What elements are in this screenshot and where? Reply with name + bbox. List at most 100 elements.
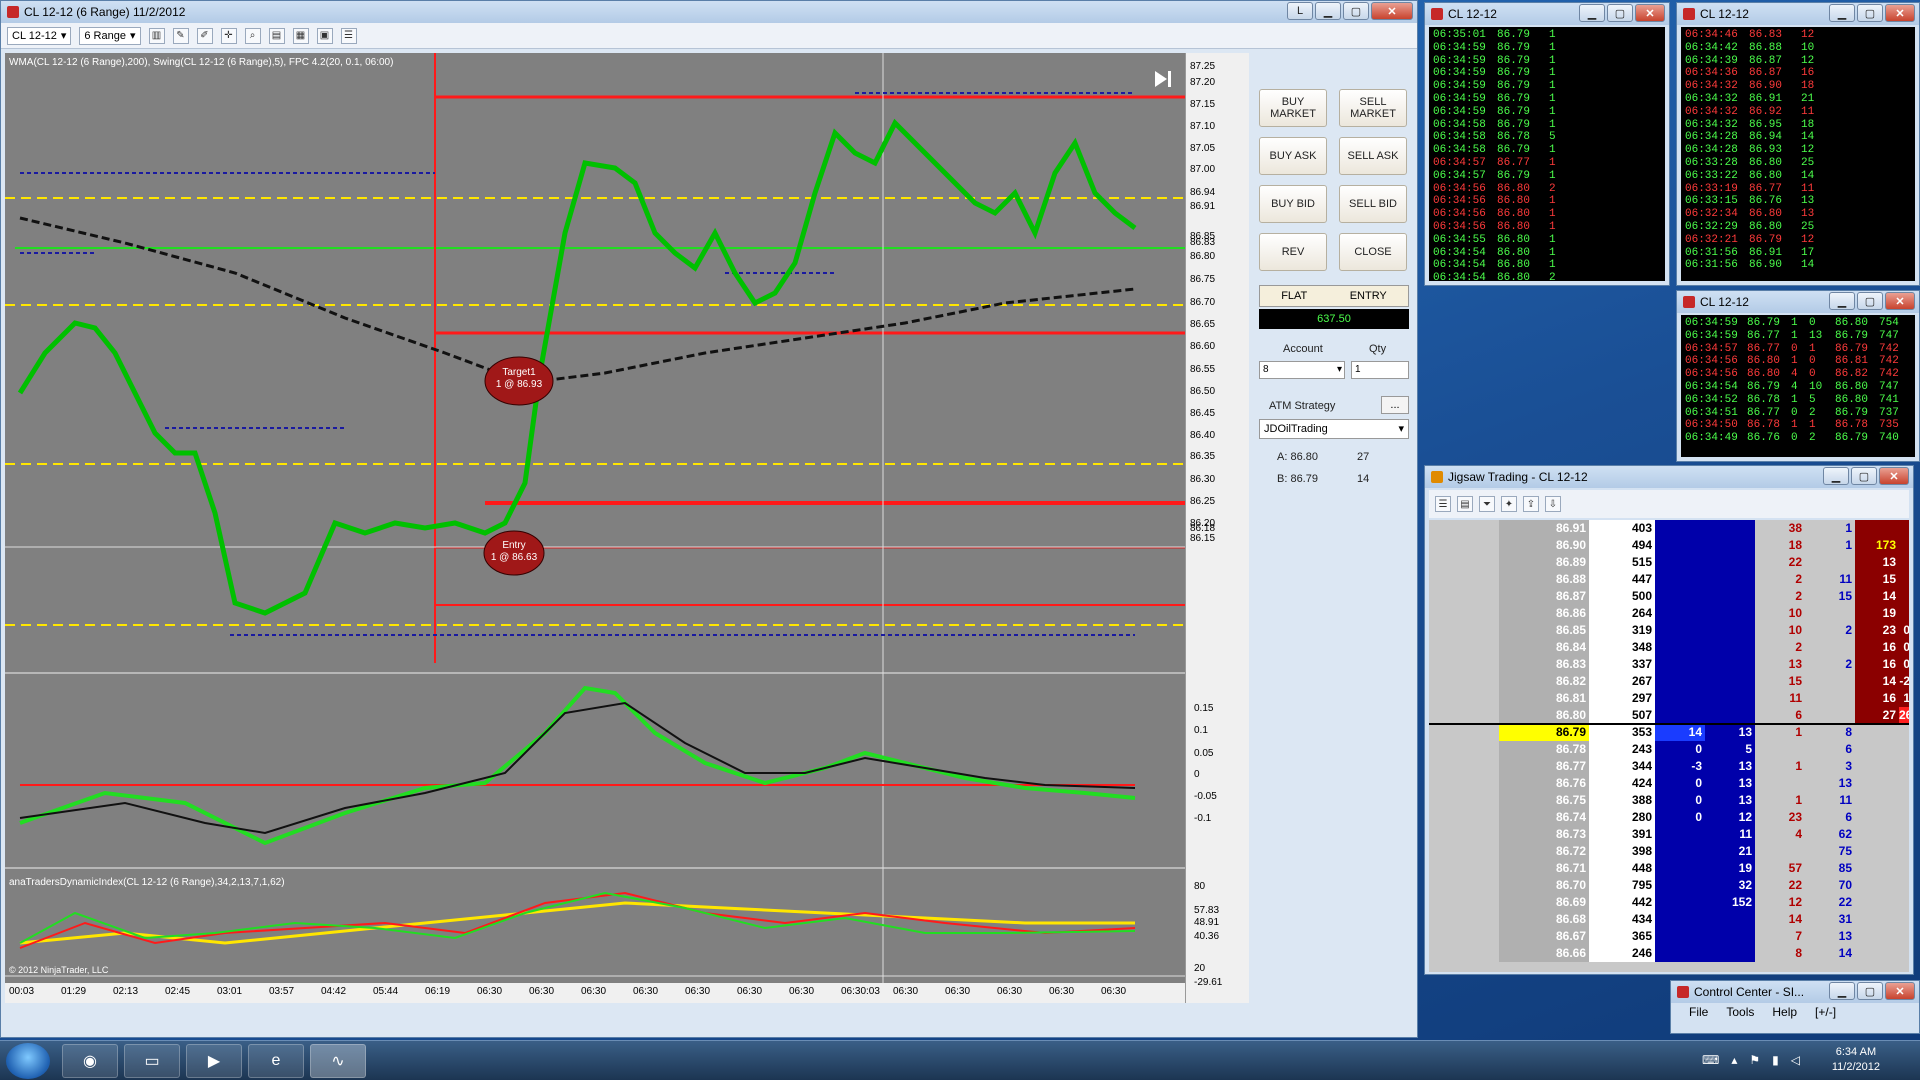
- dom-cell-s1[interactable]: 38: [1755, 520, 1805, 537]
- dom-cell-vol[interactable]: 403: [1589, 520, 1655, 537]
- book-icon[interactable]: ▤: [1457, 496, 1473, 512]
- dom-cell-s1[interactable]: 15: [1755, 673, 1805, 690]
- dom-cell-s2[interactable]: 62: [1805, 826, 1855, 843]
- dom-row[interactable]: 86.87 500 2 15 14: [1429, 588, 1909, 605]
- close-button[interactable]: ✕: [1885, 4, 1915, 22]
- dom-cell-price[interactable]: 86.67: [1499, 928, 1589, 945]
- dom-cell-vol[interactable]: 348: [1589, 639, 1655, 656]
- dom-cell-price[interactable]: 86.75: [1499, 792, 1589, 809]
- bar-type-icon[interactable]: ▥: [148, 27, 165, 44]
- maximize-button[interactable]: ▢: [1857, 292, 1883, 310]
- maximize-button[interactable]: ▢: [1343, 2, 1369, 20]
- dom-row[interactable]: 86.66 246 8 14: [1429, 945, 1909, 962]
- dom-cell-price[interactable]: 86.68: [1499, 911, 1589, 928]
- dom-cell-s2[interactable]: 2: [1805, 656, 1855, 673]
- dom-row[interactable]: 86.85 319 10 2 23 0: [1429, 622, 1909, 639]
- price-axis[interactable]: 87.25 87.20 87.15 87.10 87.05 87.00 86.94 86.91…: [1185, 53, 1249, 1003]
- maximize-button[interactable]: ▢: [1857, 982, 1883, 1000]
- dom-cell-b1[interactable]: [1655, 877, 1705, 894]
- dom-cell-a1[interactable]: [1855, 809, 1899, 826]
- dom-cell-s1[interactable]: 18: [1755, 537, 1805, 554]
- dom-cell-price[interactable]: 86.74: [1499, 809, 1589, 826]
- dom-cell-price[interactable]: 86.80: [1499, 707, 1589, 724]
- dom-cell-a2[interactable]: [1899, 588, 1909, 605]
- dom-row[interactable]: 86.89 515 22 13: [1429, 554, 1909, 571]
- data-box-icon[interactable]: ☰: [340, 27, 357, 44]
- maximize-button[interactable]: ▢: [1857, 4, 1883, 22]
- dom-cell-a1[interactable]: 173: [1855, 537, 1899, 554]
- instrument-select[interactable]: CL 12-12 ▾: [7, 26, 72, 45]
- dom-cell-b2[interactable]: 5: [1705, 741, 1755, 758]
- dom-cell-vol[interactable]: 344: [1589, 758, 1655, 775]
- dom-cell-a2[interactable]: [1899, 945, 1909, 962]
- dom-cell-price[interactable]: 86.81: [1499, 690, 1589, 707]
- dom-cell-s2[interactable]: 6: [1805, 809, 1855, 826]
- dom-cell-price[interactable]: 86.79: [1499, 724, 1589, 741]
- dom-row[interactable]: 86.70 795 32 22 70: [1429, 877, 1909, 894]
- dom-cell-s2[interactable]: 11: [1805, 571, 1855, 588]
- dom-cell-b2[interactable]: [1705, 673, 1755, 690]
- dom-cell-s1[interactable]: 1: [1755, 724, 1805, 741]
- dom-cell-a1[interactable]: [1855, 520, 1899, 537]
- dom-cell-a2[interactable]: 1: [1899, 690, 1909, 707]
- dom-cell-vol[interactable]: 424: [1589, 775, 1655, 792]
- period-select[interactable]: 6 Range ▾: [79, 26, 141, 45]
- dom-row[interactable]: 86.72 398 21 75: [1429, 843, 1909, 860]
- chrome-icon[interactable]: ◉: [62, 1044, 118, 1078]
- dom-cell-a1[interactable]: 13: [1855, 554, 1899, 571]
- dom-row[interactable]: 86.73 391 11 4 62: [1429, 826, 1909, 843]
- qty-input[interactable]: 1: [1351, 361, 1409, 379]
- dom-cell-a1[interactable]: [1855, 724, 1899, 741]
- atm-options-button[interactable]: ...: [1381, 396, 1409, 414]
- dom-cell-b1[interactable]: [1655, 622, 1705, 639]
- dom-cell-a2[interactable]: 0: [1899, 639, 1909, 656]
- dom-cell-b1[interactable]: [1655, 605, 1705, 622]
- dom-cell-s1[interactable]: 57: [1755, 860, 1805, 877]
- dom-row[interactable]: 86.75 388 0 13 1 11: [1429, 792, 1909, 809]
- dom-cell-vol[interactable]: 398: [1589, 843, 1655, 860]
- dom-cell-vol[interactable]: 494: [1589, 537, 1655, 554]
- volume-icon[interactable]: ◁: [1791, 1053, 1800, 1067]
- dom-row[interactable]: 86.74 280 0 12 23 6: [1429, 809, 1909, 826]
- dom-cell-b1[interactable]: 14: [1655, 724, 1705, 741]
- dom-cell-b1[interactable]: [1655, 537, 1705, 554]
- dom-cell-a2[interactable]: [1899, 571, 1909, 588]
- chevron-up-icon[interactable]: ▴: [1731, 1053, 1737, 1067]
- strategies-icon[interactable]: ▦: [292, 27, 309, 44]
- dom-cell-price[interactable]: 86.82: [1499, 673, 1589, 690]
- dom-cell-b1[interactable]: -3: [1655, 758, 1705, 775]
- flag-icon[interactable]: ⚑: [1749, 1053, 1760, 1067]
- dom-cell-s1[interactable]: 2: [1755, 639, 1805, 656]
- dom-cell-b1[interactable]: [1655, 826, 1705, 843]
- dom-cell-s2[interactable]: 2: [1805, 622, 1855, 639]
- dom-cell-b1[interactable]: [1655, 656, 1705, 673]
- dom-cell-s1[interactable]: [1755, 741, 1805, 758]
- dom-cell-a2[interactable]: [1899, 554, 1909, 571]
- dom-cell-s1[interactable]: 12: [1755, 894, 1805, 911]
- dom-cell-a2[interactable]: [1899, 537, 1909, 554]
- dom-cell-price[interactable]: 86.76: [1499, 775, 1589, 792]
- dom-cell-a2[interactable]: [1899, 775, 1909, 792]
- dom-cell-s2[interactable]: 22: [1805, 894, 1855, 911]
- dom-cell-a2[interactable]: [1899, 911, 1909, 928]
- dom-cell-s1[interactable]: 11: [1755, 690, 1805, 707]
- dom-cell-s2[interactable]: 13: [1805, 928, 1855, 945]
- dom-cell-vol[interactable]: 264: [1589, 605, 1655, 622]
- dom-cell-s1[interactable]: 7: [1755, 928, 1805, 945]
- clock[interactable]: 6:34 AM 11/2/2012: [1832, 1045, 1880, 1075]
- dom-cell-s1[interactable]: [1755, 775, 1805, 792]
- dom-cell-vol[interactable]: 365: [1589, 928, 1655, 945]
- dom-cell-s1[interactable]: 13: [1755, 656, 1805, 673]
- dom-row[interactable]: 86.71 448 19 57 85: [1429, 860, 1909, 877]
- dom-ladder[interactable]: 86.91 403 38 1 86.90 494 18 1 173 86.89 515 22 13 86.…: [1429, 520, 1909, 972]
- dom-cell-a2[interactable]: [1899, 877, 1909, 894]
- dom-cell-a1[interactable]: [1855, 928, 1899, 945]
- dom-cell-b1[interactable]: [1655, 554, 1705, 571]
- dom-cell-b2[interactable]: [1705, 537, 1755, 554]
- dom-cell-price[interactable]: 86.84: [1499, 639, 1589, 656]
- dom-cell-b2[interactable]: 32: [1705, 877, 1755, 894]
- dom-row[interactable]: 86.79 353 14 13 1 8: [1429, 724, 1909, 741]
- dom-cell-b2[interactable]: 152: [1705, 894, 1755, 911]
- dom-cell-s2[interactable]: 70: [1805, 877, 1855, 894]
- dom-cell-price[interactable]: 86.69: [1499, 894, 1589, 911]
